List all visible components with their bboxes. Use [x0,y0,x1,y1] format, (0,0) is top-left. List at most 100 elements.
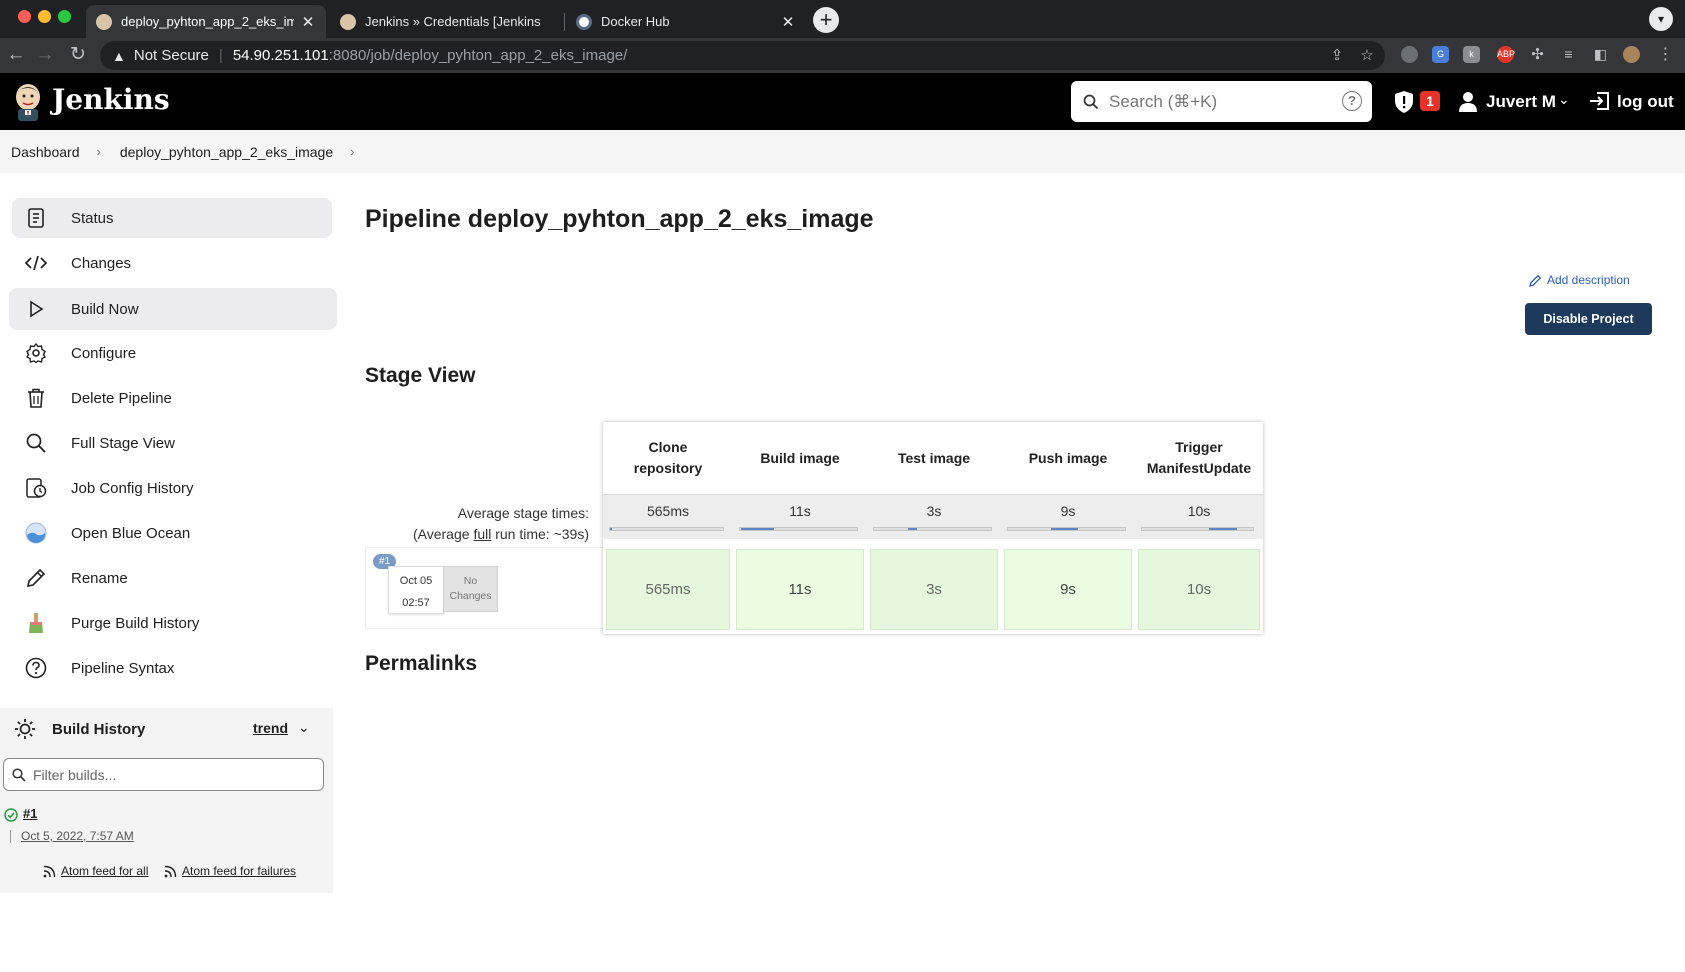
breadcrumb-job[interactable]: deploy_pyhton_app_2_eks_image [120,144,333,160]
stage-run-cell-build-image[interactable]: 11s [736,549,864,630]
atom-feed-all-link[interactable]: Atom feed for all [43,864,148,878]
sidebar-item-rename[interactable]: Rename [12,558,332,598]
browser-tab-docker-hub[interactable]: Docker Hub ✕ [566,5,806,38]
stage-run-cell-trigger-manifest-update[interactable]: 10s [1138,549,1260,630]
adblock-extension-icon[interactable]: ABP [1497,46,1515,63]
stage-progress-fill [1208,528,1238,530]
tab-title: Jenkins » Credentials [Jenkins [365,14,541,29]
breadcrumb-dashboard[interactable]: Dashboard [11,144,80,160]
chevron-down-icon[interactable]: ⌄ [1558,91,1570,108]
url-path: :8080/job/deploy_pyhton_app_2_eks_image/ [328,47,628,64]
sidebar-item-changes[interactable]: Changes [12,243,332,283]
bookmark-star-icon[interactable]: ☆ [1358,47,1376,65]
extension-icon[interactable]: k [1463,46,1480,63]
user-menu-name[interactable]: Juvert M [1486,92,1556,112]
stage-average-cell: 565ms [603,494,733,539]
logout-link[interactable]: log out [1617,92,1674,112]
reading-list-icon[interactable]: ≡ [1560,46,1577,63]
stage-progress-fill [741,528,774,530]
average-full-run-time: (Average full run time: ~39s) [413,524,589,545]
search-box[interactable]: ? [1071,81,1372,122]
stage-progress-track [609,527,724,531]
window-minimize-button[interactable] [38,10,51,23]
jenkins-logo-icon[interactable] [12,81,44,121]
address-bar[interactable]: ▲ Not Secure | 54.90.251.101:8080/job/de… [100,41,1385,70]
sidebar-item-status[interactable]: Status [12,198,332,238]
logout-icon[interactable] [1589,91,1611,111]
sidebar-item-configure[interactable]: Configure [12,333,332,373]
sidebar-item-delete-pipeline[interactable]: Delete Pipeline [12,378,332,418]
build-filter-input[interactable] [33,766,313,783]
extension-record-icon[interactable] [1401,46,1418,63]
pencil-icon [25,567,47,589]
build-number-link[interactable]: #1 [23,806,37,821]
add-description-link[interactable]: Add description [1529,273,1630,287]
stage-header-test-image: Test image [867,422,1001,494]
back-arrow-icon[interactable]: ← [5,44,27,66]
page-title: Pipeline deploy_pyhton_app_2_eks_image [365,205,874,233]
tab-title: Docker Hub [601,14,670,29]
alert-count-badge[interactable]: 1 [1420,91,1440,111]
stage-view-table: Clone repository Build image Test image P… [603,422,1263,634]
stage-name: Push image [1028,449,1108,466]
build-trend-link[interactable]: trend [253,720,288,736]
build-history-entry: #1 Oct 5, 2022, 7:57 AM [0,800,333,850]
build-filter-section [0,750,333,800]
atom-feed-failures-link[interactable]: Atom feed for failures [164,864,296,878]
tab-close-icon[interactable]: ✕ [780,13,796,31]
run-date-box[interactable]: Oct 05 02:57 [388,566,444,614]
sidebar-item-open-blue-ocean[interactable]: Open Blue Ocean [12,513,332,553]
docker-hub-favicon-icon [576,13,592,30]
sidebar-item-full-stage-view[interactable]: Full Stage View [12,423,332,463]
stage-average-time: 10s [1187,503,1211,519]
atom-feed-failures-label: Atom feed for failures [182,864,297,878]
full-run-link[interactable]: full [473,526,491,542]
average-stage-times-label: Average stage times: (Average full run t… [413,503,589,545]
browser-tab-credentials[interactable]: Jenkins » Credentials [Jenkins [330,5,562,38]
profile-avatar[interactable] [1623,46,1640,63]
stage-average-cell: 9s [1001,494,1135,539]
stage-run-cell-push-image[interactable]: 9s [1004,549,1132,630]
security-shield-icon[interactable] [1393,90,1415,114]
pipeline-run-row: #1 Oct 05 02:57 No Changes [365,547,604,629]
build-filter-box[interactable] [3,758,324,791]
stage-progress-track [739,527,858,531]
jenkins-brand-name[interactable]: Jenkins [52,83,170,116]
forward-arrow-icon[interactable]: → [34,44,56,66]
sidebar-item-label: Rename [71,569,128,587]
browser-tab-active[interactable]: deploy_pyhton_app_2_eks_im ✕ [86,5,326,38]
gear-icon [25,342,47,364]
sidebar-item-job-config-history[interactable]: Job Config History [12,468,332,508]
search-input[interactable] [1109,91,1329,112]
stage-average-cell: 11s [733,494,867,539]
share-icon[interactable]: ⇪ [1328,47,1346,65]
stage-run-cell-clone-repository[interactable]: 565ms [606,549,730,630]
translate-extension-icon[interactable]: G [1432,46,1449,63]
new-tab-button[interactable]: + [813,7,839,33]
disable-project-button[interactable]: Disable Project [1525,303,1652,335]
tab-search-chevron-icon[interactable]: ▾ [1649,7,1673,31]
broom-icon [25,612,47,634]
sidebar-item-build-now[interactable]: Build Now [9,288,337,330]
puzzle-extensions-icon[interactable]: ✣ [1529,46,1546,63]
stage-average-time: 11s [789,503,811,519]
breadcrumb-chevron-icon[interactable]: › [350,144,354,159]
sidebar-item-label: Job Config History [71,479,194,497]
sidebar-item-pipeline-syntax[interactable]: Pipeline Syntax [12,648,332,688]
run-changes-box[interactable]: No Changes [443,566,498,612]
run-date: Oct 05 [399,575,433,587]
browser-menu-icon[interactable]: ⋮ [1657,46,1674,63]
reload-icon[interactable]: ↻ [67,44,89,66]
search-help-icon[interactable]: ? [1342,91,1362,111]
chevron-down-icon[interactable]: ⌄ [298,719,310,736]
window-maximize-button[interactable] [58,10,71,23]
sidebar-item-purge-build-history[interactable]: Purge Build History [12,603,332,643]
window-close-button[interactable] [18,10,31,23]
code-icon [25,252,47,274]
stage-run-cell-test-image[interactable]: 3s [870,549,998,630]
stage-header-build-image: Build image [733,422,867,494]
jenkins-favicon-icon [340,13,356,30]
build-date-link[interactable]: Oct 5, 2022, 7:57 AM [21,829,134,843]
side-panel-icon[interactable]: ◧ [1592,46,1609,63]
tab-close-icon[interactable]: ✕ [300,13,316,31]
